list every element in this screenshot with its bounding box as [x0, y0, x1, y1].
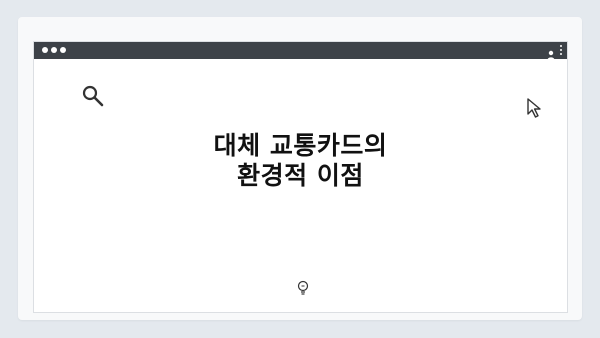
titlebar-actions	[547, 45, 562, 60]
page-title: 대체 교통카드의 환경적 이점	[34, 131, 567, 191]
kebab-menu-icon[interactable]	[559, 45, 562, 55]
window-titlebar	[34, 42, 567, 60]
window-control-dot-2[interactable]	[51, 47, 57, 53]
page: 대체 교통카드의 환경적 이점	[0, 0, 600, 338]
page-title-line-2: 환경적 이점	[237, 161, 364, 190]
search-icon[interactable]	[81, 84, 105, 108]
lightbulb-icon	[296, 280, 310, 296]
window-control-dot-3[interactable]	[60, 47, 66, 53]
page-title-line-1: 대체 교통카드의	[213, 131, 388, 160]
browser-window: 대체 교통카드의 환경적 이점	[33, 41, 568, 313]
user-icon[interactable]	[547, 45, 555, 60]
window-control-dot-1[interactable]	[42, 47, 48, 53]
cursor-arrow-icon	[525, 97, 547, 119]
window-controls	[42, 47, 66, 53]
